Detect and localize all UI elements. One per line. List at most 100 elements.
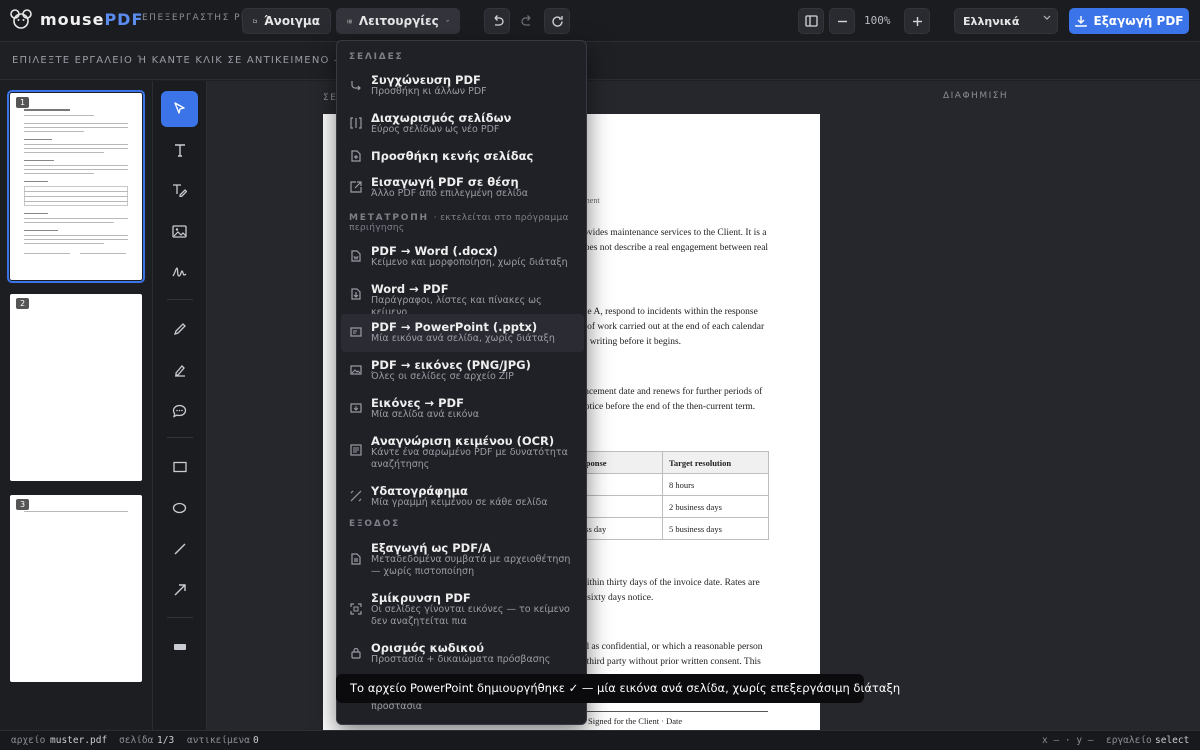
open-button[interactable]: Άνοιγμα xyxy=(242,8,331,34)
document-line: within thirty days of the invoice date. … xyxy=(580,578,760,588)
menu-item-pdf-to-powerpoint[interactable]: PDF → PowerPoint (.pptx) Μία εικόνα ανά … xyxy=(341,314,584,352)
text-tool[interactable] xyxy=(161,132,198,168)
table-row: business day 5 business days xyxy=(556,517,769,540)
menu-item-export-pdfa[interactable]: Εξαγωγή ως PDF/A Μεταδεδομένα συμβατά με… xyxy=(341,535,584,585)
menu-item-title: Ορισμός κωδικού xyxy=(371,641,485,655)
archive-icon xyxy=(351,553,361,565)
redo-button[interactable] xyxy=(514,8,540,34)
menu-item-title: Συγχώνευση PDF xyxy=(371,73,481,87)
menu-item-description: Εύρος σελίδων ως νέο PDF xyxy=(371,124,500,135)
highlighter-tool[interactable] xyxy=(161,352,198,388)
menu-item-split-pages[interactable]: Διαχωρισμός σελίδων Εύρος σελίδων ως νέο… xyxy=(341,105,584,143)
menu-item-description: Προσθήκη κι άλλων PDF xyxy=(371,86,487,97)
text-edit-icon xyxy=(173,184,187,197)
refresh-icon xyxy=(551,15,563,27)
redo-icon xyxy=(520,15,530,26)
menu-item-watermark[interactable]: Υδατογράφημα Μία γραμμή κειμένου σε κάθε… xyxy=(341,478,584,516)
menu-item-compress-pdf[interactable]: Σμίκρυνση PDF Οι σελίδες γίνονται εικόνε… xyxy=(341,585,584,635)
status-file-label: αρχείο xyxy=(11,735,46,746)
page-thumbnail-1[interactable]: 1 xyxy=(7,90,145,283)
tool-separator xyxy=(167,437,193,438)
menu-item-title: Εξαγωγή ως PDF/A xyxy=(371,541,492,555)
rectangle-tool[interactable] xyxy=(161,449,198,485)
page-number-badge: 1 xyxy=(16,97,29,108)
word-icon xyxy=(351,250,361,262)
select-tool[interactable] xyxy=(161,91,198,127)
document-line: ed as confidential, or which a reasonabl… xyxy=(580,642,763,652)
image-icon xyxy=(350,365,362,375)
document-table: rst response Target resolution hour 8 ho… xyxy=(556,451,769,540)
images-to-pdf-icon xyxy=(350,403,362,413)
menu-item-pdf-to-images[interactable]: PDF → εικόνες (PNG/JPG) Όλες οι σελίδες … xyxy=(341,352,584,390)
image-tool[interactable] xyxy=(161,213,198,249)
menu-item-ocr[interactable]: Αναγνώριση κειμένου (OCR) Κάντε ένα σαρω… xyxy=(341,428,584,478)
ellipse-icon xyxy=(172,502,187,514)
export-pdf-label: Εξαγωγή PDF xyxy=(1093,14,1184,28)
ellipse-tool[interactable] xyxy=(161,490,198,526)
pen-tool[interactable] xyxy=(161,311,198,347)
download-icon xyxy=(1074,16,1087,27)
ocr-icon xyxy=(350,444,362,456)
status-page-label: σελίδα xyxy=(119,735,154,746)
menu-item-description: Προστασία + δικαιώματα πρόσβασης xyxy=(371,654,551,665)
table-cell: 2 business days xyxy=(662,495,769,518)
menu-item-add-blank-page[interactable]: Προσθήκη κενής σελίδας xyxy=(341,143,584,169)
menu-item-insert-pdf[interactable]: Εισαγωγή PDF σε θέση Άλλο PDF από επιλεγ… xyxy=(341,169,584,207)
line-icon xyxy=(174,543,185,555)
line-tool[interactable] xyxy=(161,531,198,567)
image-icon xyxy=(172,224,187,238)
menu-item-set-password[interactable]: Ορισμός κωδικού Προστασία + δικαιώματα π… xyxy=(341,635,584,673)
status-bar: αρχείο muster.pdf σελίδα 1/3 αντικείμενα… xyxy=(0,730,1200,750)
menu-item-images-to-pdf[interactable]: Εικόνες → PDF Μία σελίδα ανά εικόνα xyxy=(341,390,584,428)
cursor-icon xyxy=(173,102,185,114)
comment-tool[interactable] xyxy=(161,393,198,429)
edit-text-tool[interactable] xyxy=(161,172,198,208)
menu-item-title: Υδατογράφημα xyxy=(371,484,468,498)
menu-item-description: Οι σελίδες γίνονται εικόνες — το κείμενο… xyxy=(371,604,570,627)
language-select[interactable]: Ελληνικά xyxy=(954,8,1058,34)
status-objects-value: 0 xyxy=(253,735,259,746)
arrow-tool[interactable] xyxy=(161,572,198,608)
menu-item-title: Εισαγωγή PDF σε θέση xyxy=(371,175,519,189)
language-select-value: Ελληνικά xyxy=(963,15,1020,28)
menu-item-merge-pdf[interactable]: Συγχώνευση PDF Προσθήκη κι άλλων PDF xyxy=(341,67,584,105)
zoom-out-button[interactable] xyxy=(829,8,855,34)
canvas-label-right: ΔΙΑΦΗΜΙΣΗ xyxy=(943,91,1009,101)
functions-menu-button[interactable]: Λειτουργίες xyxy=(336,8,460,34)
list-icon xyxy=(347,19,352,23)
table-header-cell: Target resolution xyxy=(662,451,769,474)
status-objects-label: αντικείμενα xyxy=(187,735,250,746)
menu-item-description: Όλες οι σελίδες σε αρχείο ZIP xyxy=(371,371,514,382)
toast-notification: Το αρχείο PowerPoint δημιουργήθηκε ✓ — μ… xyxy=(336,674,900,703)
menu-item-title: Word → PDF xyxy=(371,282,449,296)
document-line: a third party without prior written cons… xyxy=(580,657,761,667)
lock-icon xyxy=(351,647,361,659)
page-thumbnail-2[interactable]: 2 xyxy=(10,294,142,481)
menu-item-description: Μία γραμμή κειμένου σε κάθε σελίδα xyxy=(371,497,548,508)
document-line: notice before the end of the then-curren… xyxy=(580,402,756,412)
document-line: ule A, respond to incidents within the r… xyxy=(580,307,758,317)
undo-button[interactable] xyxy=(484,8,510,34)
page-thumbnail-3[interactable]: 3 xyxy=(10,495,142,682)
redact-tool[interactable] xyxy=(161,629,198,665)
status-tool-label: εργαλείο xyxy=(1106,735,1152,746)
export-pdf-button[interactable]: Εξαγωγή PDF xyxy=(1069,8,1189,34)
menu-item-description: Μία εικόνα ανά σελίδα, χωρίς διάταξη xyxy=(371,333,555,344)
zoom-level: 100% xyxy=(864,14,891,27)
insert-icon xyxy=(350,181,362,193)
menu-item-pdf-to-word[interactable]: PDF → Word (.docx) Κείμενο και μορφοποίη… xyxy=(341,238,584,276)
folder-icon xyxy=(253,19,257,23)
zoom-in-button[interactable] xyxy=(904,8,930,34)
menu-section-conversion: ΜΕΤΑΤΡΟΠΗ · εκτελείται στο πρόγραμμα περ… xyxy=(349,213,579,233)
functions-menu: ΣΕΛΙΔΕΣ Συγχώνευση PDF Προσθήκη κι άλλων… xyxy=(336,40,587,725)
toggle-sidebar-button[interactable] xyxy=(798,8,824,34)
reload-button[interactable] xyxy=(544,8,570,34)
signature-caption: Signed for the Client · Date xyxy=(588,716,683,726)
signature-tool[interactable] xyxy=(161,254,198,290)
menu-item-title: Προσθήκη κενής σελίδας xyxy=(371,149,534,163)
menu-item-word-to-pdf[interactable]: Word → PDF Παράγραφοι, λίστες και πίνακε… xyxy=(341,276,584,318)
highlighter-icon xyxy=(174,365,185,377)
chevron-down-icon xyxy=(1043,15,1051,20)
status-file-value: muster.pdf xyxy=(50,735,108,746)
redact-icon xyxy=(173,644,186,650)
